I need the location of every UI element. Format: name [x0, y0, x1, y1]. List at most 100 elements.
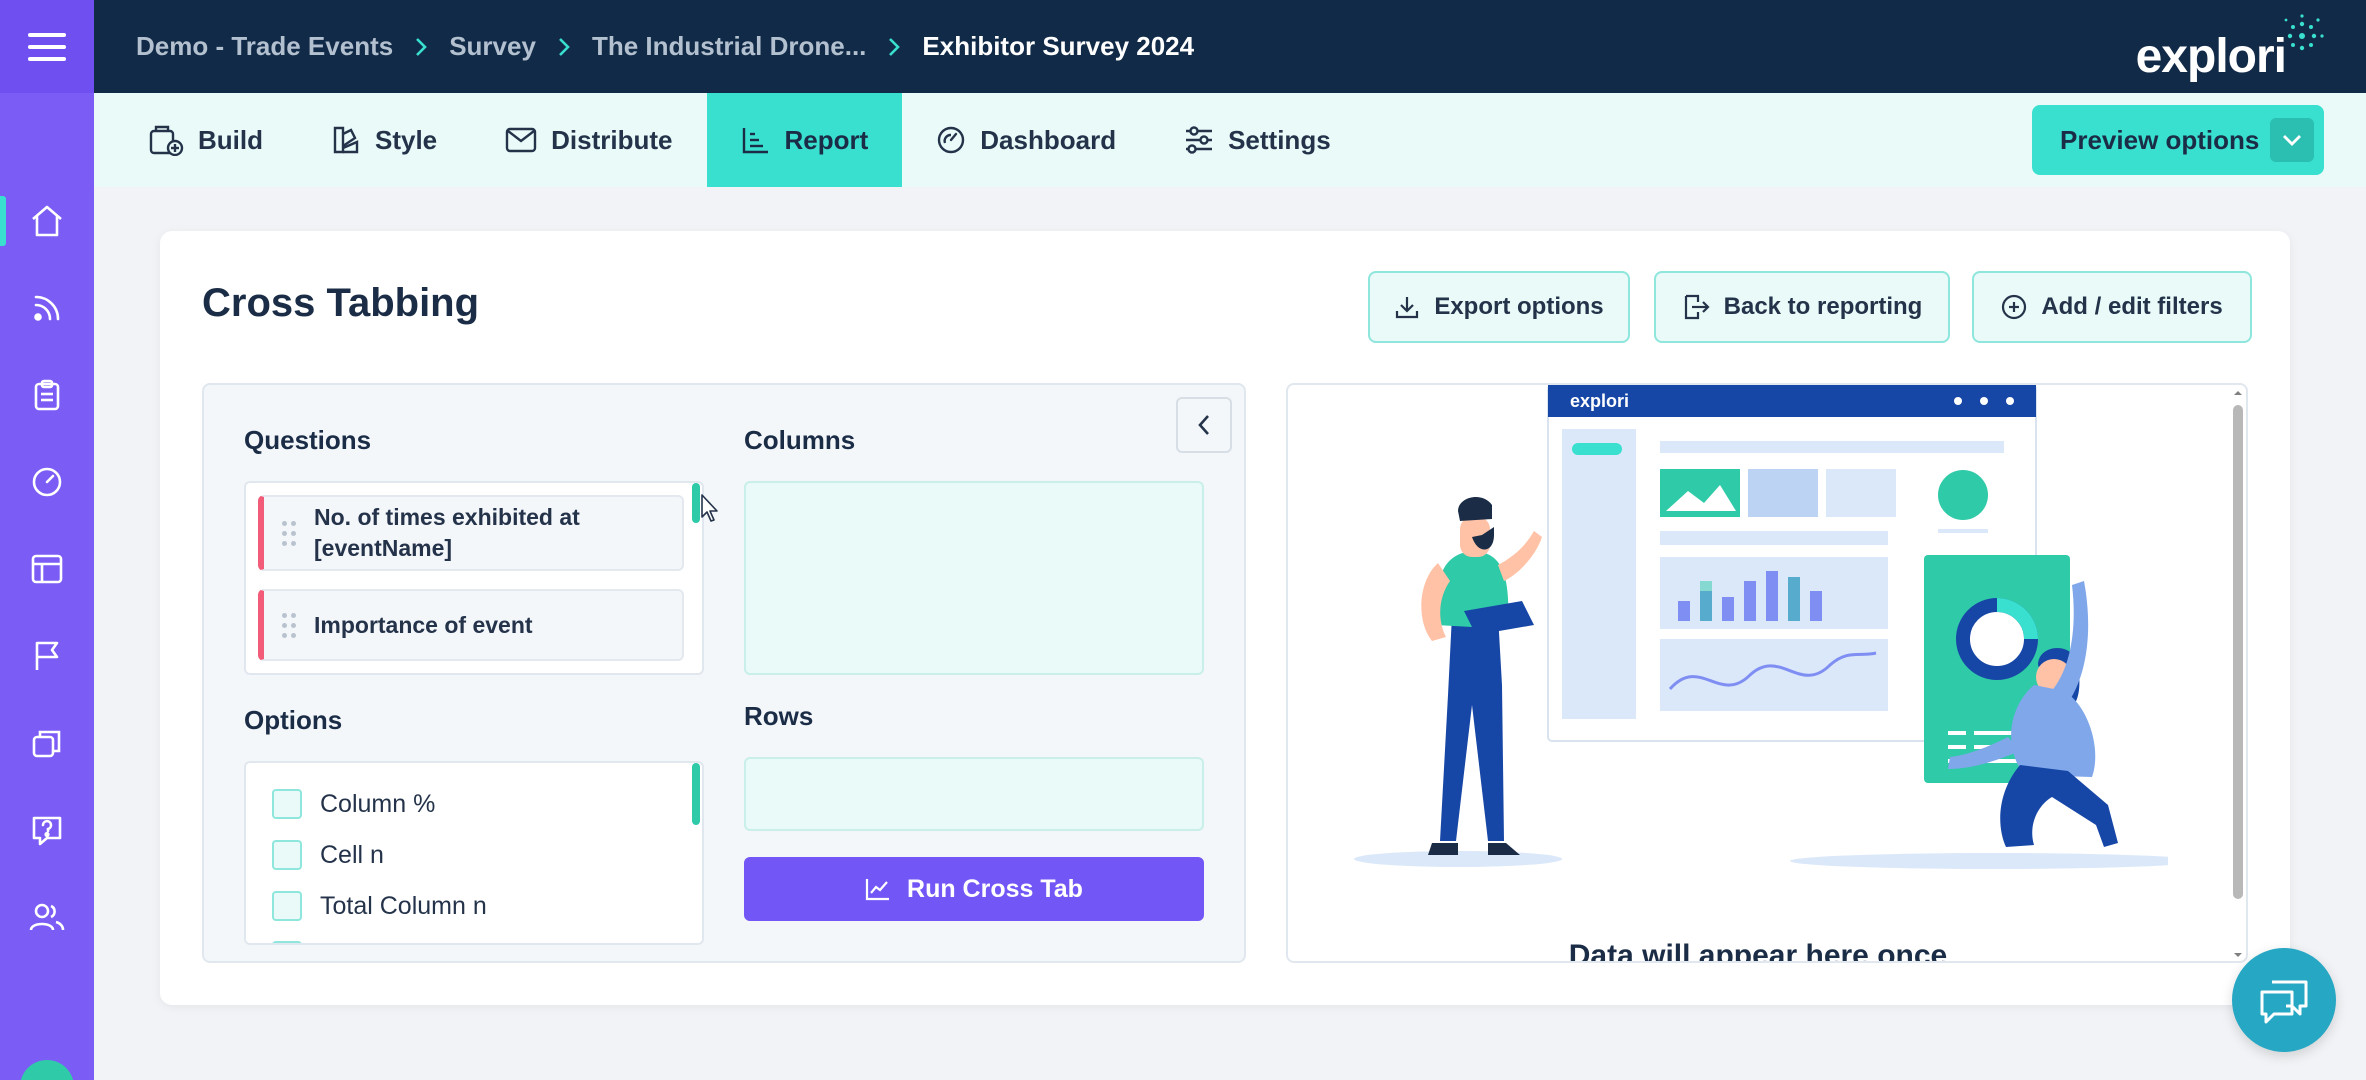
- chevron-down-icon[interactable]: [2270, 118, 2314, 162]
- checkbox[interactable]: [272, 840, 302, 870]
- report-chart-icon: [742, 128, 768, 154]
- top-bar: Demo - Trade Events Survey The Industria…: [94, 0, 2366, 93]
- add-edit-filters-button[interactable]: Add / edit filters: [1972, 271, 2252, 343]
- questions-heading: Questions: [244, 425, 372, 455]
- download-icon: [1396, 297, 1419, 319]
- preview-options-label: Preview options: [2060, 124, 2260, 155]
- stack-icon: [32, 730, 61, 758]
- help-icon: [32, 816, 62, 846]
- checkbox[interactable]: [272, 891, 302, 921]
- questions-scrollbar[interactable]: [692, 483, 700, 523]
- questions-list: No. of times exhibited at [eventName] Im…: [244, 481, 704, 675]
- drag-handle-icon[interactable]: [282, 520, 296, 546]
- option-total-column-n[interactable]: Total Column n: [272, 891, 487, 921]
- trend-chart-icon: [865, 879, 890, 901]
- illustration-logo-text: explori: [1570, 391, 1629, 411]
- tab-distribute[interactable]: Distribute: [471, 93, 706, 187]
- rail-home[interactable]: [0, 178, 94, 264]
- menu-button[interactable]: [0, 0, 94, 93]
- question-item[interactable]: No. of times exhibited at [eventName]: [258, 495, 684, 571]
- export-options-label: Export options: [1434, 293, 1604, 320]
- rail-layout[interactable]: [0, 526, 94, 612]
- gauge-icon: [938, 126, 965, 154]
- home-icon: [32, 205, 62, 237]
- tab-dashboard[interactable]: Dashboard: [902, 93, 1150, 187]
- rows-drop-zone[interactable]: [744, 757, 1204, 831]
- tab-label: Dashboard: [980, 124, 1117, 155]
- results-panel: explori Data will appear here once: [1286, 383, 2248, 963]
- gauge-icon: [32, 467, 62, 497]
- rail-dashboard[interactable]: [0, 439, 94, 525]
- results-scrollbar[interactable]: [2230, 385, 2246, 961]
- chevron-right-icon: [415, 37, 428, 57]
- style-icon: [333, 126, 359, 154]
- explori-logo[interactable]: explori: [2136, 14, 2324, 84]
- hamburger-icon: [28, 32, 66, 61]
- rail-flags[interactable]: [0, 613, 94, 699]
- back-to-reporting-label: Back to reporting: [1723, 293, 1923, 320]
- rail-feed[interactable]: [0, 265, 94, 351]
- layout-icon: [31, 554, 63, 584]
- tab-label: Style: [375, 124, 438, 155]
- option-partial[interactable]: [272, 941, 302, 943]
- columns-drop-zone[interactable]: [744, 481, 1204, 675]
- rail-users[interactable]: [0, 874, 94, 960]
- options-list: Column % Cell n Total Column n: [244, 761, 704, 945]
- breadcrumb-item[interactable]: The Industrial Drone...: [592, 31, 866, 62]
- export-options-button[interactable]: Export options: [1368, 271, 1630, 343]
- logo-text: explori: [2135, 30, 2287, 83]
- run-cross-tab-button[interactable]: Run Cross Tab: [744, 857, 1204, 921]
- tab-label: Report: [784, 124, 869, 155]
- collapse-panel-button[interactable]: [1176, 397, 1232, 453]
- question-item[interactable]: Importance of event: [258, 589, 684, 661]
- tab-settings[interactable]: Settings: [1150, 93, 1365, 187]
- breadcrumb-current: Exhibitor Survey 2024: [922, 31, 1195, 61]
- rss-icon: [34, 295, 60, 321]
- checkbox[interactable]: [272, 789, 302, 819]
- chat-support-button[interactable]: [2232, 948, 2336, 1052]
- options-scrollbar[interactable]: [692, 763, 700, 825]
- page-title: Cross Tabbing: [202, 281, 480, 325]
- build-icon: [149, 125, 184, 156]
- run-cross-tab-label: Run Cross Tab: [907, 874, 1083, 903]
- drag-handle-icon[interactable]: [282, 612, 296, 638]
- breadcrumb-item[interactable]: Demo - Trade Events: [136, 31, 393, 62]
- left-nav-rail: [0, 0, 94, 1080]
- add-edit-filters-label: Add / edit filters: [2041, 293, 2223, 320]
- sparkle-icon: [2284, 14, 2324, 51]
- tab-bar: Build Style Distribute Report Dashboard …: [94, 93, 2366, 187]
- checkbox[interactable]: [272, 941, 302, 943]
- preview-options-button[interactable]: Preview options: [2032, 105, 2324, 175]
- scroll-up-arrow-icon[interactable]: [2230, 387, 2246, 399]
- scroll-down-arrow-icon[interactable]: [2230, 949, 2246, 961]
- rail-add-button[interactable]: [20, 1060, 74, 1080]
- empty-state-message: Data will appear here once: [1568, 939, 1948, 963]
- back-to-reporting-button[interactable]: Back to reporting: [1654, 271, 1950, 343]
- option-label: Cell n: [320, 840, 384, 869]
- option-column-percent[interactable]: Column %: [272, 789, 435, 819]
- tab-label: Build: [198, 124, 263, 155]
- mouse-cursor-icon: [701, 494, 718, 522]
- flag-icon: [35, 641, 59, 670]
- tab-style[interactable]: Style: [297, 93, 471, 187]
- question-label: Importance of event: [314, 611, 533, 638]
- results-scroll-thumb[interactable]: [2233, 405, 2243, 899]
- tab-report[interactable]: Report: [706, 93, 903, 187]
- breadcrumb-item[interactable]: Survey: [449, 31, 536, 62]
- tab-label: Distribute: [551, 124, 673, 155]
- rows-heading: Rows: [744, 701, 814, 731]
- option-label: Total Column n: [320, 891, 487, 920]
- tab-label: Settings: [1228, 124, 1331, 155]
- chevron-left-icon: [1198, 415, 1209, 435]
- rail-surveys[interactable]: [0, 352, 94, 438]
- rail-copies[interactable]: [0, 700, 94, 786]
- tab-build[interactable]: Build: [94, 93, 297, 187]
- rail-help[interactable]: [0, 787, 94, 873]
- option-cell-n[interactable]: Cell n: [272, 840, 384, 870]
- columns-heading: Columns: [744, 425, 856, 455]
- sliders-icon: [1186, 126, 1213, 154]
- cross-tab-builder: Questions No. of times exhibited at [eve…: [202, 383, 1246, 963]
- envelope-icon: [505, 127, 537, 153]
- cross-tab-card: Cross Tabbing Export options Back to rep…: [160, 231, 2290, 1005]
- chevron-right-icon: [558, 37, 570, 57]
